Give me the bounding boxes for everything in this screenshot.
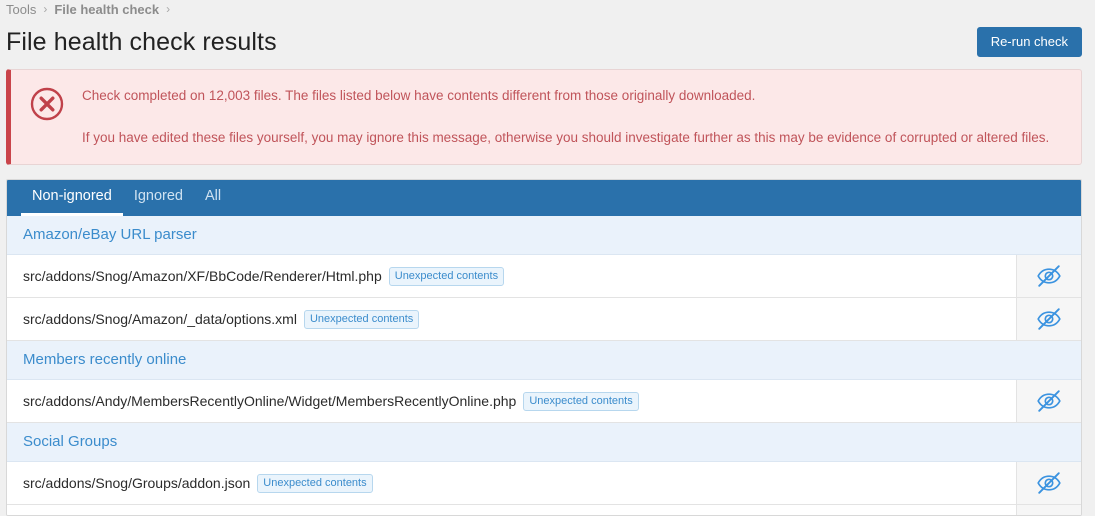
ignore-file-button[interactable] [1016,298,1081,340]
ignore-file-button[interactable] [1016,505,1081,515]
table-row: src/addons/Snog/Groups/addon.json Unexpe… [7,462,1081,505]
ignore-file-button[interactable] [1016,462,1081,504]
row-content: src/addons/Snog/Amazon/XF/BbCode/Rendere… [7,255,1016,297]
eye-slash-icon [1036,470,1062,496]
error-alert: Check completed on 12,003 files. The fil… [6,69,1082,165]
status-badge: Unexpected contents [523,392,638,411]
section-header: Social Groups [7,423,1081,462]
error-alert-body: Check completed on 12,003 files. The fil… [82,84,1065,148]
table-row [7,505,1081,515]
ignore-file-button[interactable] [1016,380,1081,422]
row-content: src/addons/Andy/MembersRecentlyOnline/Wi… [7,380,1016,422]
results-panel: Non-ignored Ignored All Amazon/eBay URL … [6,179,1082,516]
page-title: File health check results [6,26,277,58]
tab-non-ignored[interactable]: Non-ignored [21,187,123,216]
status-badge: Unexpected contents [389,267,504,286]
table-row: src/addons/Snog/Amazon/_data/options.xml… [7,298,1081,341]
error-circle-x-icon [30,87,64,121]
page-header: File health check results Re-run check [0,18,1095,62]
table-row: src/addons/Snog/Amazon/XF/BbCode/Rendere… [7,255,1081,298]
tab-ignored[interactable]: Ignored [123,187,194,216]
rerun-check-button[interactable]: Re-run check [977,27,1082,57]
table-row: src/addons/Andy/MembersRecentlyOnline/Wi… [7,380,1081,423]
error-alert-line-2: If you have edited these files yourself,… [82,128,1065,148]
error-alert-line-1: Check completed on 12,003 files. The fil… [82,86,1065,106]
breadcrumb-separator-icon: › [43,2,47,16]
breadcrumb-item-file-health-check[interactable]: File health check [54,2,159,17]
status-badge: Unexpected contents [304,310,419,329]
tab-bar: Non-ignored Ignored All [7,180,1081,216]
file-path: src/addons/Snog/Groups/addon.json [23,474,250,492]
row-content: src/addons/Snog/Groups/addon.json Unexpe… [7,462,1016,504]
eye-slash-icon [1036,388,1062,414]
section-header: Members recently online [7,341,1081,380]
file-path: src/addons/Snog/Amazon/_data/options.xml [23,310,297,328]
row-content [7,505,1016,515]
file-path: src/addons/Andy/MembersRecentlyOnline/Wi… [23,392,516,410]
breadcrumb-separator-icon-2: › [166,2,170,16]
eye-slash-icon [1036,263,1062,289]
tab-all[interactable]: All [194,187,232,216]
section-header: Amazon/eBay URL parser [7,216,1081,255]
ignore-file-button[interactable] [1016,255,1081,297]
eye-slash-icon [1036,306,1062,332]
breadcrumb: Tools › File health check › [0,0,1095,18]
breadcrumb-item-tools[interactable]: Tools [6,2,36,17]
file-path: src/addons/Snog/Amazon/XF/BbCode/Rendere… [23,267,382,285]
row-content: src/addons/Snog/Amazon/_data/options.xml… [7,298,1016,340]
status-badge: Unexpected contents [257,474,372,493]
